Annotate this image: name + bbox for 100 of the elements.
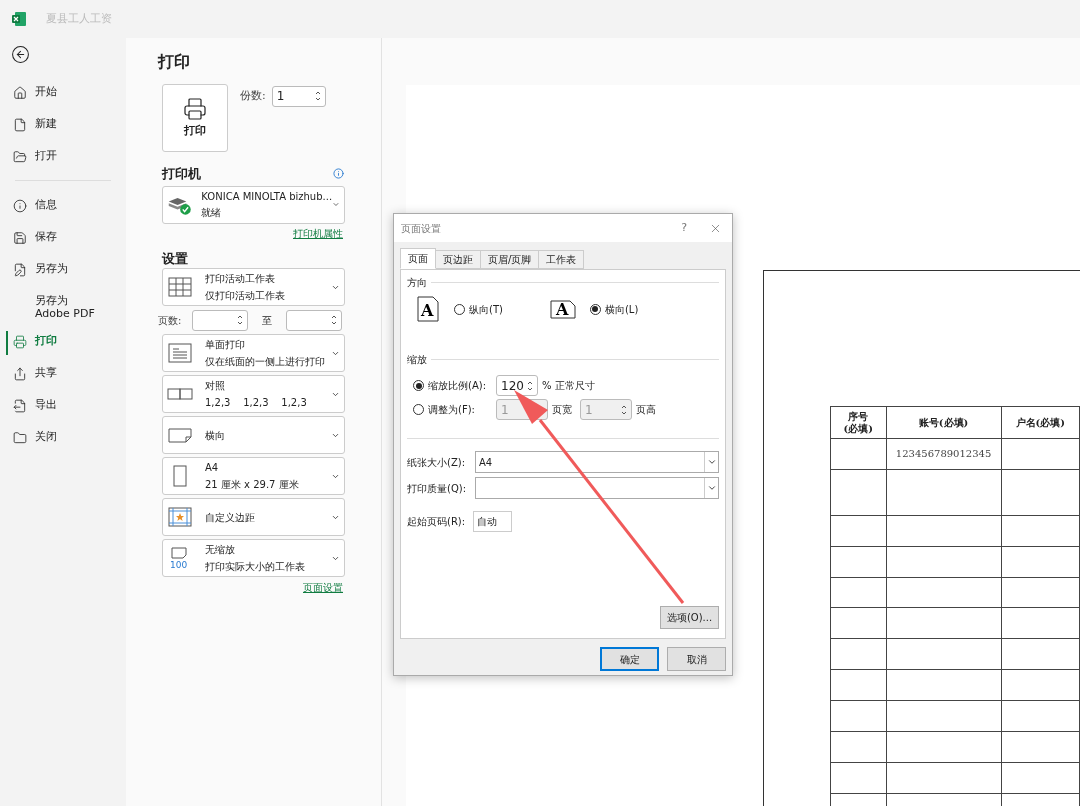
single-page-icon — [167, 342, 193, 364]
share-icon — [13, 367, 27, 381]
section-heading: 设置 — [162, 249, 189, 268]
nav-item[interactable]: 开始 — [0, 78, 126, 110]
printer-status: 就绪 — [201, 205, 223, 220]
spin-arrows-icon — [237, 314, 243, 326]
setting-title: 打印活动工作表 — [205, 272, 276, 286]
setting-title: A4 — [205, 461, 220, 475]
pages-tall-label: 页高 — [636, 403, 656, 417]
ok-button[interactable]: 确定 — [600, 647, 659, 671]
to-page-field[interactable] — [286, 309, 342, 331]
table-cell — [830, 731, 887, 763]
settings-dropdown[interactable]: 对照 1,2,3 1,2,3 1,2,3 — [162, 375, 345, 413]
table-cell — [830, 669, 887, 701]
copies-label: 份数: — [240, 87, 266, 104]
paper-size-dropdown[interactable]: A4 — [475, 451, 719, 473]
page-setup-link[interactable]: 页面设置 — [303, 580, 343, 595]
table-cell — [830, 469, 887, 516]
table-cell — [830, 700, 887, 732]
cancel-button[interactable]: 取消 — [667, 647, 726, 671]
spin-arrows-icon — [621, 403, 627, 416]
print-button[interactable]: 打印 — [162, 84, 228, 152]
home-icon — [13, 86, 27, 100]
settings-dropdown[interactable]: A4 21 厘米 x 29.7 厘米 — [162, 457, 345, 495]
spin-arrows-icon — [527, 379, 533, 392]
setting-description: 仅在纸面的一侧上进行打印 — [205, 355, 326, 369]
folder-icon — [13, 150, 27, 164]
export-icon — [13, 399, 27, 413]
pages-wide-label: 页宽 — [552, 403, 572, 417]
printer-properties-link[interactable]: 打印机属性 — [293, 225, 343, 241]
radio-label[interactable]: 缩放比例(A): — [428, 378, 486, 393]
settings-dropdown[interactable]: 自定义边距 — [162, 498, 345, 536]
settings-dropdown[interactable]: 单面打印 仅在纸面的一侧上进行打印 — [162, 334, 345, 372]
nav-item[interactable]: 信息 — [0, 191, 126, 223]
scale-suffix: % 正常尺寸 — [542, 379, 595, 393]
nav-item[interactable]: 打开 — [0, 142, 126, 174]
chevron-down-icon — [332, 200, 340, 209]
portrait-page-icon: A — [417, 296, 439, 322]
nav-item[interactable]: 保存 — [0, 223, 126, 255]
dialog-title: 页面设置 — [401, 221, 441, 236]
chevron-down-icon — [706, 483, 717, 493]
dialog-tab[interactable]: 页边距 — [435, 250, 481, 269]
pages-label: 页数: — [158, 313, 183, 328]
group-heading: 缩放 — [407, 353, 427, 367]
settings-dropdown[interactable]: 打印活动工作表 仅打印活动工作表 — [162, 268, 345, 306]
chevron-down-icon — [706, 457, 717, 467]
nav-item[interactable]: 共享 — [0, 359, 126, 391]
scale-field[interactable]: 120 — [496, 375, 538, 396]
document-icon — [13, 118, 27, 132]
print-quality-label: 打印质量(Q): — [407, 481, 468, 496]
group-heading: 方向 — [407, 276, 427, 290]
printer-dropdown[interactable]: KONICA MINOLTA bizhub... 就绪 — [162, 185, 345, 224]
copies-field[interactable]: 1 — [271, 85, 326, 107]
folder-icon — [13, 431, 27, 445]
settings-dropdown[interactable]: 横向 — [162, 416, 345, 454]
worksheet-grid-icon — [167, 276, 193, 298]
radio-button[interactable] — [454, 303, 465, 315]
radio-button[interactable] — [413, 404, 424, 415]
table-cell: 123456789012345 — [886, 438, 1002, 470]
page-heading: 打印 — [158, 51, 191, 73]
printer-name: KONICA MINOLTA bizhub... — [201, 189, 333, 204]
landscape-page-icon: A — [549, 299, 576, 319]
dialog-tab[interactable]: 页面 — [400, 248, 436, 269]
dialog-tab[interactable]: 页眉/页脚 — [480, 250, 540, 269]
nav-item[interactable]: 新建 — [0, 110, 126, 142]
setting-title: 自定义边距 — [205, 510, 256, 525]
settings-dropdown[interactable]: 100 无缩放 打印实际大小的工作表 — [162, 539, 345, 577]
to-label: 至 — [262, 313, 272, 328]
back-button[interactable] — [10, 44, 30, 64]
nav-item[interactable]: 关闭 — [0, 423, 126, 455]
section-heading: 打印机 — [162, 165, 201, 183]
column-header: 账号(必填) — [886, 406, 1002, 439]
setting-title: 对照 — [205, 379, 226, 393]
column-header: 序号 (必填) — [830, 406, 887, 439]
nav-item[interactable]: 打印 — [0, 327, 126, 359]
info-icon — [333, 168, 344, 180]
radio-label[interactable]: 调整为(F): — [428, 402, 475, 417]
table-cell — [830, 515, 887, 547]
first-page-field[interactable]: 自动 — [473, 511, 512, 532]
save-icon — [13, 231, 27, 245]
nav-item[interactable]: 导出 — [0, 391, 126, 423]
spin-arrows-icon — [331, 314, 337, 326]
radio-label[interactable]: 纵向(T) — [469, 301, 503, 317]
radio-button[interactable] — [589, 303, 601, 315]
radio-label[interactable]: 横向(L) — [604, 301, 639, 317]
options-button[interactable]: 选项(O)... — [660, 606, 719, 629]
setting-description: 21 厘米 x 29.7 厘米 — [205, 478, 300, 492]
paper-size-label: 纸张大小(Z): — [407, 455, 467, 470]
from-page-field[interactable] — [192, 309, 248, 331]
dialog-tab[interactable]: 工作表 — [538, 250, 585, 269]
help-button[interactable]: ? — [681, 219, 687, 237]
radio-button[interactable] — [413, 380, 424, 391]
table-cell — [830, 607, 887, 639]
setting-description: 仅打印活动工作表 — [205, 289, 286, 303]
setting-description: 1,2,3 1,2,3 1,2,3 — [205, 396, 308, 410]
setting-title: 无缩放 — [205, 543, 236, 557]
table-cell — [830, 546, 887, 578]
nav-item[interactable]: 另存为 — [0, 255, 126, 287]
nav-item[interactable]: 另存为 Adobe PDF — [0, 287, 126, 327]
document-edit-icon — [13, 263, 27, 277]
